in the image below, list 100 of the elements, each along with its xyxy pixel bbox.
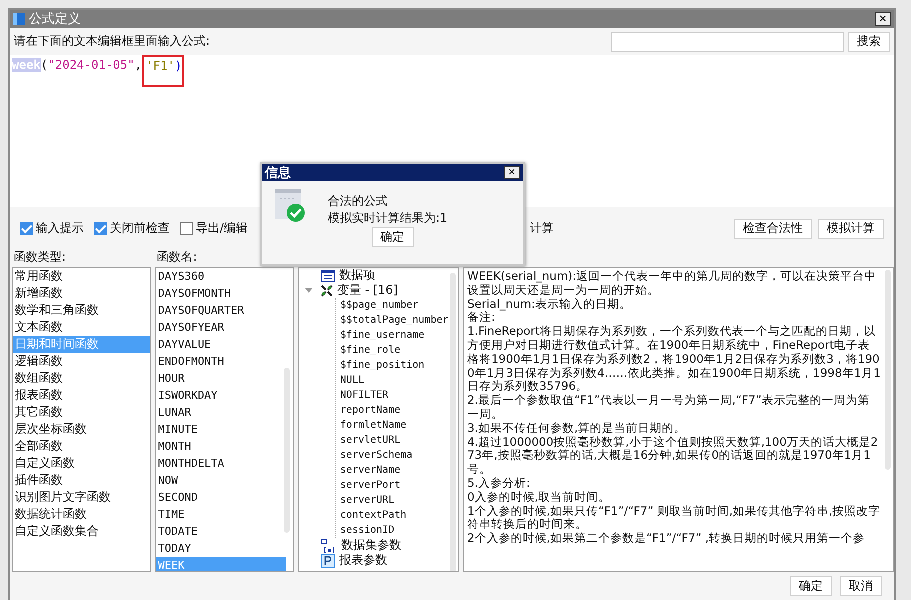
list-item[interactable]: 其它函数 xyxy=(13,404,150,421)
checkbox[interactable] xyxy=(20,222,33,235)
list-item[interactable]: TODAY xyxy=(156,540,286,557)
list-item[interactable]: DAYSOFMONTH xyxy=(156,285,286,302)
tree-node[interactable]: serverPort xyxy=(340,478,458,493)
option-label: 导出/编辑 xyxy=(196,220,248,237)
list-item[interactable]: 数据统计函数 xyxy=(13,506,150,523)
dialog-title: 信息 xyxy=(265,164,291,182)
description-text: 1.FineReport将日期保存为系列数，一个系列数代表一个与之匹配的日期，以方便用户对日期进行数值式计算。在1900年日期系统中，FineReport电子表格将1900年1月1日保存为系列数2，将1900年1月2日保存为系列数3，将1900年1月3日保存为系列数4……依此类推。如在1900年日期系统，1998年1月1日存为系列数35796。 xyxy=(467,325,882,394)
description-text: 0入参的时候,取当前时间。 xyxy=(467,490,612,505)
list-item[interactable]: 层次坐标函数 xyxy=(13,421,150,438)
list-item[interactable]: TIME xyxy=(156,506,286,523)
option-label: 关闭前检查 xyxy=(110,220,170,237)
list-label: 函数名: xyxy=(156,250,198,266)
tree-node[interactable]: serverURL xyxy=(340,493,458,508)
tree-node[interactable]: contextPath xyxy=(340,508,458,523)
tree-node[interactable]: 数据集参数 xyxy=(341,537,402,554)
close-button[interactable]: × xyxy=(875,12,891,26)
tree-node[interactable]: $$totalPage_number xyxy=(340,313,458,328)
code-token: week xyxy=(12,58,41,72)
cross-icon xyxy=(321,284,334,296)
message-text: 合法的公式 xyxy=(328,193,389,210)
list-item[interactable]: 全部函数 xyxy=(13,438,150,455)
list-item[interactable]: DAYVALUE xyxy=(156,336,286,353)
ok-button[interactable]: 确定 xyxy=(372,227,414,247)
list-item[interactable]: MINUTE xyxy=(156,421,286,438)
list-item[interactable]: 数学和三角函数 xyxy=(13,302,150,319)
table-icon xyxy=(321,538,338,552)
scrollbar[interactable] xyxy=(885,270,892,470)
list-item[interactable]: TODATE xyxy=(156,523,286,540)
description-text: 3.如果不传任何参数,算的是当前日期的。 xyxy=(467,422,688,436)
list-item[interactable]: 常用函数 xyxy=(13,268,150,285)
tree-node[interactable]: $fine_role xyxy=(340,343,458,358)
footer-button[interactable]: 取消 xyxy=(840,576,882,596)
tree-node[interactable]: NOFILTER xyxy=(340,388,458,403)
list-item[interactable]: ISWORKDAY xyxy=(156,387,286,404)
list-item[interactable]: SECOND xyxy=(156,489,286,506)
list-item[interactable]: LUNAR xyxy=(156,404,286,421)
list-item[interactable]: 自定义函数 xyxy=(13,455,150,472)
list-item[interactable]: 识别图片文字函数 xyxy=(13,489,150,506)
list-item[interactable]: 自定义函数集合 xyxy=(13,523,150,540)
checkbox[interactable] xyxy=(94,222,107,235)
list-item[interactable]: HOUR xyxy=(156,370,286,387)
description-text: 4.超过1000000按照毫秒数算,小于这个值则按照天数算,100万天的话大概是273年,按照毫秒数算的话,大概是16分钟,如果传0的话返回的就是1970年1月1号。 xyxy=(467,436,880,477)
tree-node[interactable]: 数据项 xyxy=(339,268,376,284)
code-token: 'F1' xyxy=(142,55,175,87)
tree-node[interactable]: 变量 - [16] xyxy=(337,282,398,299)
expand-toggle[interactable] xyxy=(305,288,314,293)
tree-node[interactable]: servletURL xyxy=(340,433,458,448)
search-field[interactable] xyxy=(611,32,844,52)
list-item[interactable]: ENDOFMONTH xyxy=(156,353,286,370)
list-item[interactable]: 新增函数 xyxy=(13,285,150,302)
search-button[interactable]: 搜索 xyxy=(848,32,890,52)
list-item[interactable]: NOW xyxy=(156,472,286,489)
scrollbar[interactable] xyxy=(450,273,456,571)
letter-p-icon xyxy=(321,554,336,568)
list-item[interactable]: 报表函数 xyxy=(13,387,150,404)
scrollbar[interactable] xyxy=(284,368,290,533)
description-text: WEEK(serial_num):返回一个代表一年中的第几周的数字，可以在决策平台中设置以周天还是周一为一周的开始。 xyxy=(467,270,878,298)
list-icon xyxy=(321,270,336,282)
tree-node[interactable]: serverName xyxy=(340,463,458,478)
list-item[interactable]: 文本函数 xyxy=(13,319,150,336)
list-item[interactable]: 逻辑函数 xyxy=(13,353,150,370)
option-label: 计算 xyxy=(530,220,554,237)
tree-node[interactable]: serverSchema xyxy=(340,448,458,463)
list-item[interactable]: DAYSOFQUARTER xyxy=(156,302,286,319)
action-button[interactable]: 检查合法性 xyxy=(734,218,812,238)
list-item[interactable]: 插件函数 xyxy=(13,472,150,489)
code-token: , xyxy=(134,58,142,72)
message-text: 模拟实时计算结果为:1 xyxy=(328,210,448,227)
description-text: 备注: xyxy=(467,311,496,326)
list-item[interactable]: MONTH xyxy=(156,438,286,455)
app-icon xyxy=(13,13,25,25)
code-token: "2024-01-05" xyxy=(48,58,135,72)
code-token: ) xyxy=(174,55,184,87)
footer-button[interactable]: 确定 xyxy=(790,576,832,596)
window-title: 公式定义 xyxy=(29,11,82,28)
tree-node[interactable]: $fine_position xyxy=(340,358,458,373)
tree-node[interactable]: sessionID xyxy=(340,523,458,538)
option-label: 输入提示 xyxy=(36,220,84,237)
tree-node[interactable]: reportName xyxy=(340,403,458,418)
checkbox[interactable] xyxy=(180,222,193,235)
list-item[interactable]: 数组函数 xyxy=(13,370,150,387)
description-text: Serial_num:表示输入的日期。 xyxy=(467,298,632,312)
description-text: 2.最后一个参数取值“F1”代表以一月一号为第一周,“F7”表示完整的一周为第一周。 xyxy=(467,394,871,422)
description-text: 5.入参分析: xyxy=(467,476,532,491)
action-button[interactable]: 模拟计算 xyxy=(818,218,884,238)
tree-node[interactable]: formletName xyxy=(340,418,458,433)
list-item[interactable]: MONTHDELTA xyxy=(156,455,286,472)
tree-node[interactable]: 报表参数 xyxy=(339,552,388,569)
close-button[interactable]: × xyxy=(504,166,520,179)
tree-node[interactable]: NULL xyxy=(340,373,458,388)
list-item[interactable]: DAYSOFYEAR xyxy=(156,319,286,336)
prompt-label: 请在下面的文本编辑框里面输入公式: xyxy=(14,33,212,50)
description-text: 2个入参的时候,如果第二个参数是“F1”/“F7” ,转换日期的时候只用第一个参 xyxy=(467,532,866,546)
code-token: ( xyxy=(40,58,48,72)
tree-node[interactable]: $$page_number xyxy=(340,298,458,313)
description-text: 1个入参的时候,如果只传“F1”/“F7” 则取当前时间,如果传其他字符串,按照改字符串转换后的时间来。 xyxy=(467,504,882,532)
tree-node[interactable]: $fine_username xyxy=(340,328,458,343)
list-item[interactable]: DAYS360 xyxy=(156,268,286,285)
